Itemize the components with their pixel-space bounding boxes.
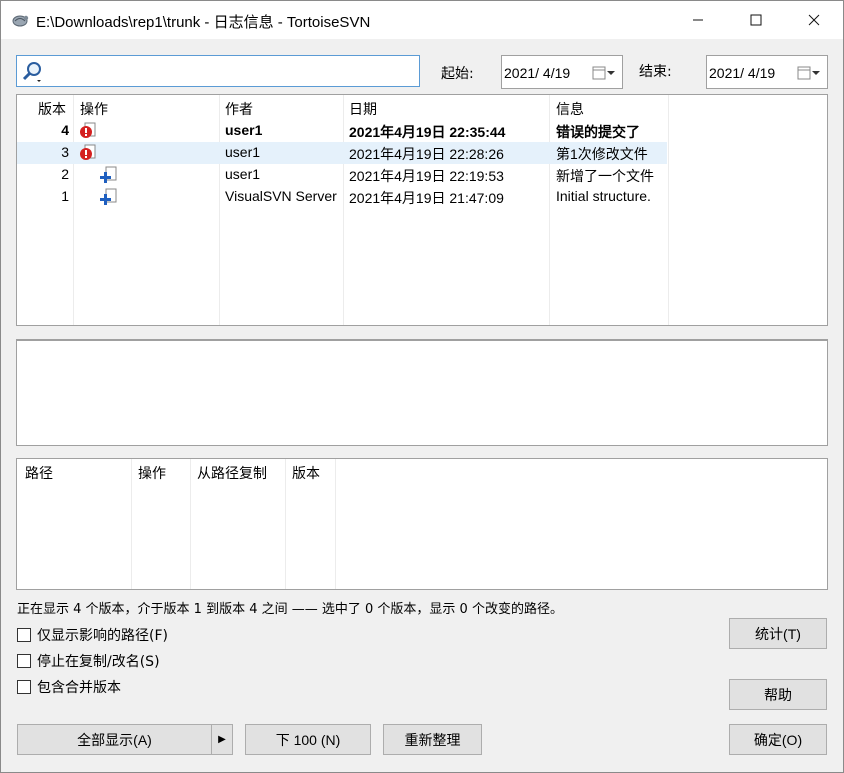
search-input[interactable] — [51, 60, 411, 82]
conflict-icon — [80, 144, 96, 160]
revision-cell: 4 — [61, 122, 69, 138]
revision-cell: 3 — [61, 144, 69, 160]
maximize-icon — [750, 14, 762, 26]
from-date-value: 2021/ 4/19 — [504, 65, 571, 81]
maximize-button[interactable] — [727, 1, 785, 39]
column-header-action[interactable]: 操作 — [138, 463, 166, 483]
date-cell: 2021年4月19日 22:35:44 — [349, 124, 506, 140]
to-date-value: 2021/ 4/19 — [709, 65, 776, 81]
author-cell: user1 — [225, 122, 263, 138]
author-cell: user1 — [225, 144, 261, 160]
checkbox-box[interactable] — [17, 654, 31, 668]
revision-cell: 1 — [61, 188, 69, 204]
changed-paths-list[interactable]: 路径 操作 从路径复制 版本 — [16, 458, 828, 590]
show-all-dropdown-arrow[interactable]: ▶ — [211, 724, 233, 755]
conflict-icon — [80, 122, 96, 138]
column-header-actions[interactable]: 操作 — [80, 99, 108, 119]
date-cell: 2021年4月19日 22:19:53 — [349, 168, 504, 184]
log-dialog: E:\Downloads\rep1\trunk - 日志信息 - Tortois… — [0, 0, 844, 773]
log-row[interactable]: 1 VisualSVN Server 2021年4月19日 21:47:09 I… — [17, 186, 667, 208]
search-field[interactable] — [16, 55, 420, 87]
checkbox-label: 仅显示影响的路径(F) — [37, 628, 168, 644]
log-message-box[interactable] — [16, 339, 828, 446]
message-cell: 错误的提交了 — [556, 124, 640, 140]
column-header-revision[interactable]: 版本 — [38, 99, 66, 119]
revision-cell: 2 — [61, 166, 69, 182]
from-date-picker[interactable]: 2021/ 4/19 — [501, 55, 623, 89]
column-header-author[interactable]: 作者 — [225, 99, 253, 119]
next-100-button[interactable]: 下 100 (N) — [245, 724, 371, 755]
refresh-button[interactable]: 重新整理 — [383, 724, 482, 755]
minimize-button[interactable] — [669, 1, 727, 39]
ok-button[interactable]: 确定(O) — [729, 724, 827, 755]
calendar-dropdown-icon[interactable] — [797, 65, 821, 81]
checkbox-label: 包含合并版本 — [37, 680, 121, 696]
include-merged-checkbox[interactable]: 包含合并版本 — [17, 677, 121, 697]
to-date-picker[interactable]: 2021/ 4/19 — [706, 55, 828, 89]
author-cell: VisualSVN Server — [225, 188, 337, 204]
show-all-button[interactable]: 全部显示(A) — [17, 724, 212, 755]
log-row[interactable]: 3 user1 2021年4月19日 22:28:26 第1次修改文件 — [17, 142, 667, 164]
date-cell: 2021年4月19日 21:47:09 — [349, 190, 504, 206]
message-cell: 第1次修改文件 — [556, 146, 648, 162]
log-row[interactable]: 2 user1 2021年4月19日 22:19:53 新增了一个文件 — [17, 164, 667, 186]
column-header-revision[interactable]: 版本 — [292, 463, 320, 483]
minimize-icon — [693, 19, 703, 21]
date-cell: 2021年4月19日 22:28:26 — [349, 146, 504, 162]
help-button[interactable]: 帮助 — [729, 679, 827, 710]
checkbox-box[interactable] — [17, 680, 31, 694]
column-header-message[interactable]: 信息 — [556, 99, 584, 119]
column-header-copy-from[interactable]: 从路径复制 — [197, 463, 267, 483]
tortoise-app-icon — [12, 15, 29, 27]
window-title: E:\Downloads\rep1\trunk - 日志信息 - Tortois… — [36, 14, 371, 31]
search-icon[interactable] — [21, 60, 45, 84]
close-button[interactable] — [785, 1, 843, 39]
to-date-label: 结束: — [639, 64, 672, 80]
checkbox-label: 停止在复制/改名(S) — [37, 654, 160, 670]
close-icon — [808, 14, 820, 26]
from-date-label: 起始: — [441, 66, 474, 82]
add-file-icon — [100, 166, 117, 183]
calendar-dropdown-icon[interactable] — [592, 65, 616, 81]
column-header-date[interactable]: 日期 — [349, 99, 377, 119]
column-header-path[interactable]: 路径 — [25, 463, 53, 483]
log-row[interactable]: 4 user1 2021年4月19日 22:35:44 错误的提交了 — [17, 120, 667, 142]
stop-on-copy-checkbox[interactable]: 停止在复制/改名(S) — [17, 651, 160, 671]
checkbox-box[interactable] — [17, 628, 31, 642]
author-cell: user1 — [225, 166, 261, 182]
message-cell: 新增了一个文件 — [556, 168, 654, 184]
log-list[interactable]: 版本 操作 作者 日期 信息 4 user1 2021年4月19日 22:35:… — [16, 94, 828, 326]
message-cell: Initial structure. — [556, 188, 651, 204]
affected-paths-checkbox[interactable]: 仅显示影响的路径(F) — [17, 625, 168, 645]
title-bar: E:\Downloads\rep1\trunk - 日志信息 - Tortois… — [1, 1, 843, 39]
status-text: 正在显示 4 个版本，介于版本 1 到版本 4 之间 —— 选中了 0 个版本，… — [17, 602, 563, 617]
add-file-icon — [100, 188, 117, 205]
statistics-button[interactable]: 统计(T) — [729, 618, 827, 649]
